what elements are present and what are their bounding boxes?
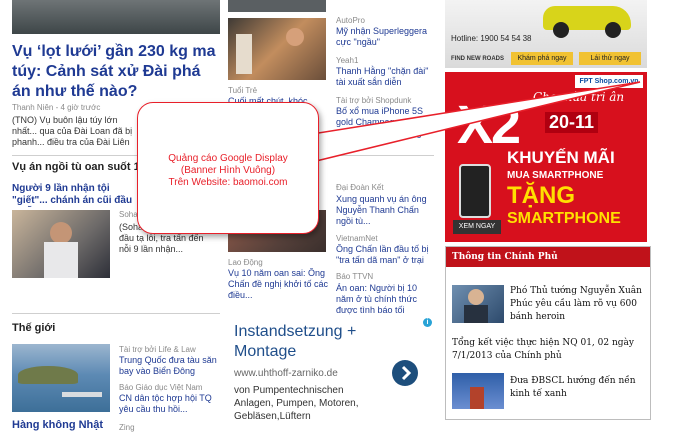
mid-s6-title[interactable]: Ông Chấn lần đầu tố bị "tra tấn dã man" … [336,244,436,266]
mid-photo-drink[interactable] [228,18,326,80]
chevron-right-icon [401,365,412,381]
fpt-shop-banner[interactable]: FPT Shop.com.vn Cho mùa tri ân X2 20-11 … [445,72,647,242]
fpt-promo-line1: KHUYẾN MÃI [507,148,615,167]
headline-main-snippet: (TNO) Vụ buôn lậu túy lớn nhất... qua củ… [12,115,133,147]
gov-photo-3[interactable] [452,373,504,409]
mid-s5-title[interactable]: Xung quanh vụ án ông Nguyễn Thanh Chấn n… [336,194,436,227]
mid-s3-source: Tuổi Trẻ [228,86,258,95]
world1-title[interactable]: Trung Quốc đưa tàu săn bay vào Biển Đông [119,355,219,377]
ad-title[interactable]: Instandsetzung + Montage [234,322,414,362]
mid-s4-title[interactable]: Bố xổ mua iPhone 5S gold Champagne- iPad… [336,106,436,139]
fpt-date: 20-11 [545,112,599,133]
mid-s1-title[interactable]: Mỹ nhận Superleggera cực "ngầu" [336,26,436,48]
gov-info-header: Thông tin Chính Phủ [446,247,650,267]
fpt-promo-line3: TẶNG [507,182,575,209]
car-btn-test-drive[interactable]: Lái thử ngay [579,52,641,65]
section-title-world[interactable]: Thế giới [12,322,55,334]
world2-title[interactable]: CN dân tộc hợp hội TQ yêu cầu thu hồi... [119,393,219,415]
gov-info-box: Thông tin Chính Phủ Phó Thủ tướng Nguyễn… [445,246,651,420]
world-photo-island[interactable] [12,344,110,412]
fpt-x2: X2 [457,95,521,155]
fpt-logo: FPT Shop.com.vn [575,75,643,88]
gov-item-2[interactable]: Tổng kết việc thực hiện NQ 01, 02 ngày 7… [452,337,644,363]
gov-item-3[interactable]: Đưa ĐBSCL hướng đến nền kinh tế xanh [510,375,644,401]
bottom-story-title[interactable]: Hàng không Nhật [12,419,103,431]
bottom-story-source: Zing [119,423,135,432]
world2-source: Báo Giáo dục Việt Nam [119,383,203,392]
fpt-cta-button[interactable]: XEM NGAY [453,220,501,234]
gov-photo-1[interactable] [452,285,504,323]
callout-box: Quảng cáo Google Display (Banner Hình Vu… [137,102,319,234]
car-btn-explore[interactable]: Khám phá ngay [511,52,573,65]
story-photo-men[interactable] [12,210,110,278]
callout-line-1: Quảng cáo Google Display [168,153,288,164]
chevrolet-banner[interactable]: Hotline: 1900 54 54 38 FIND NEW ROADS Kh… [445,0,647,68]
mid-s4-source: Tài trợ bởi Shopdunk [336,96,412,105]
google-text-ad[interactable]: i Instandsetzung + Montage www.uhthoff-z… [228,314,434,433]
fpt-promo-line2: MUA SMARTPHONE [507,170,604,181]
ad-description: von Pumpentechnischen Anlagen, Pumpen, M… [234,385,359,422]
mid-s2-title[interactable]: Thanh Hằng "chặn đài" tài xuất sắn diễn [336,66,436,88]
mid-s7-source: Lao Động [228,258,263,267]
fpt-script-text: Cho mùa tri ân [533,90,625,104]
story-confession[interactable]: Người 9 lần nhận tội "giết"... chánh án … [12,183,142,207]
callout-line-2: (Banner Hình Vuông) [180,165,276,176]
fpt-promo-line4: SMARTPHONE [507,210,621,227]
ad-url[interactable]: www.uhthoff-zarniko.de [234,368,338,379]
mid-s5-source: Đại Đoàn Kết [336,183,384,192]
car-logo: FIND NEW ROADS [451,56,504,62]
fpt-phone-image [459,164,491,218]
mid-s7-title[interactable]: Vụ 10 năm oan sai: Ông Chấn đề nghị khởi… [228,268,328,301]
car-hotline: Hotline: 1900 54 54 38 [451,34,532,43]
mid-s1-source: AutoPro [336,16,365,25]
gov-item-1[interactable]: Phó Thủ tướng Nguyễn Xuân Phúc yêu cầu l… [510,285,644,324]
headline-main-source: Thanh Niên - 4 giờ trước [12,103,101,112]
headline-main[interactable]: Vụ ‘lọt lưới’ gần 230 kg ma túy: Cảnh sá… [12,42,222,102]
mid-s6-source: VietnamNet [336,234,378,243]
news-photo-top-left[interactable] [12,0,220,34]
ad-arrow-button[interactable] [392,360,418,386]
mid-photo-top[interactable] [228,0,326,12]
adchoices-icon[interactable]: i [423,318,432,327]
mid-s2-source: Yeah1 [336,56,359,65]
callout-line-3: Trên Website: baomoi.com [168,177,288,188]
world1-source: Tài trợ bởi Life & Law [119,345,196,354]
mid-s8-title[interactable]: Án oan: Người bị 10 năm ở tù chính thức … [336,283,436,316]
mid-s8-source: Báo TTVN [336,272,374,281]
section-title-case[interactable]: Vụ án ngồi tù oan suốt 1 [12,161,140,173]
